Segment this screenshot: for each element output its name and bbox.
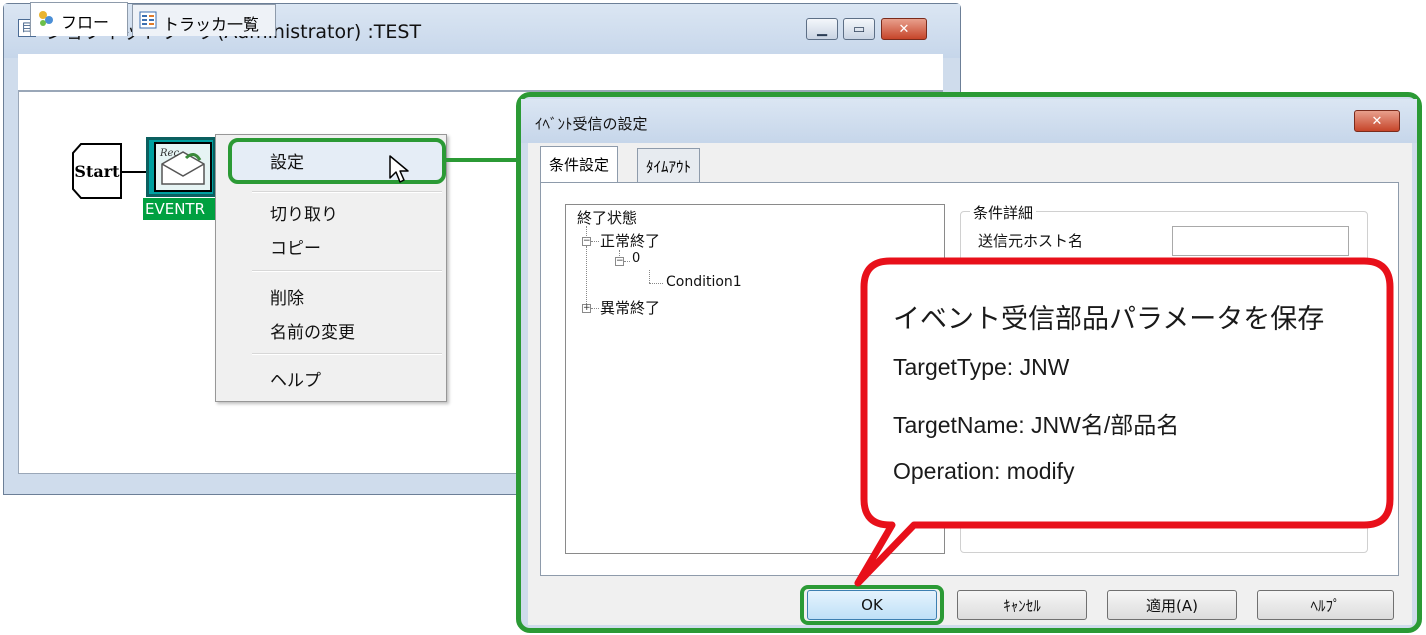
tab-tracker-label: トラッカ一覧: [163, 15, 260, 34]
tab-flow[interactable]: フロー: [30, 2, 128, 36]
dialog-title: ｲﾍﾞﾝﾄ受信の設定: [535, 115, 648, 133]
maximize-icon: ▭: [852, 21, 866, 37]
callout-line-1: イベント受信部品パラメータを保存: [893, 304, 1325, 334]
dialog-close-button[interactable]: ✕: [1354, 110, 1400, 132]
tree-line: [586, 246, 587, 306]
collapse-icon[interactable]: −: [615, 257, 624, 266]
close-icon: ✕: [898, 21, 910, 37]
menu-item-help[interactable]: ヘルプ: [270, 366, 321, 391]
mouse-cursor-icon: [389, 155, 409, 183]
tree-line: [624, 261, 630, 262]
menu-item-rename[interactable]: 名前の変更: [270, 318, 355, 343]
tree-line: [591, 308, 599, 309]
dialog-titlebar[interactable]: [521, 99, 1417, 143]
menu-item-settings[interactable]: 設定: [270, 148, 304, 173]
tree-line: [649, 270, 650, 283]
tree-node-condition1[interactable]: Condition1: [666, 274, 742, 290]
callout-line-2: TargetType: JNW: [893, 354, 1070, 380]
close-button[interactable]: ✕: [881, 18, 927, 40]
tree-line: [591, 241, 599, 242]
close-icon: ✕: [1371, 113, 1383, 129]
maximize-button[interactable]: ▭: [843, 18, 875, 40]
tab-flow-label: フロー: [61, 13, 110, 32]
flow-icon: [39, 11, 53, 26]
menu-highlight-box: [228, 138, 446, 184]
tree-node-normal-end[interactable]: 正常終了: [600, 230, 660, 251]
tracker-icon: [139, 11, 157, 29]
tab-tracker-list[interactable]: トラッカ一覧: [132, 4, 276, 36]
menu-item-cut[interactable]: 切り取り: [270, 200, 338, 225]
tab-condition-settings[interactable]: 条件設定: [540, 146, 619, 183]
sender-host-label: 送信元ホスト名: [978, 232, 1084, 250]
menu-item-delete[interactable]: 削除: [270, 284, 304, 309]
tree-node-abnormal-end[interactable]: 異常終了: [600, 297, 660, 318]
event-node-label: EVENTR: [143, 198, 220, 220]
collapse-icon[interactable]: −: [582, 237, 591, 246]
tree-node-end-state[interactable]: 終了状態: [577, 207, 637, 228]
tree-line: [649, 283, 663, 284]
callout-line-4: Operation: modify: [893, 458, 1075, 484]
tree-node-code-0[interactable]: 0: [632, 251, 640, 266]
menu-item-copy[interactable]: コピー: [270, 234, 321, 259]
minimize-button[interactable]: ▁: [806, 18, 838, 40]
flow-connector: [122, 171, 146, 173]
start-node-outline: [72, 143, 122, 199]
expand-icon[interactable]: +: [582, 304, 591, 313]
callout-line-3: TargetName: JNW名/部品名: [893, 412, 1180, 438]
condition-details-legend: 条件詳細: [970, 202, 1037, 223]
view-tabstrip: [18, 54, 943, 91]
menu-separator: [252, 191, 442, 193]
event-receive-icon: Rec: [154, 142, 212, 192]
svg-text:Rec: Rec: [159, 148, 179, 159]
minimize-icon: ▁: [817, 21, 827, 37]
menu-separator: [252, 353, 442, 355]
sender-host-input[interactable]: [1172, 226, 1349, 256]
menu-separator: [252, 270, 442, 272]
highlight-connector-line: [446, 158, 524, 162]
tab-timeout[interactable]: ﾀｲﾑｱｳﾄ: [637, 148, 701, 182]
